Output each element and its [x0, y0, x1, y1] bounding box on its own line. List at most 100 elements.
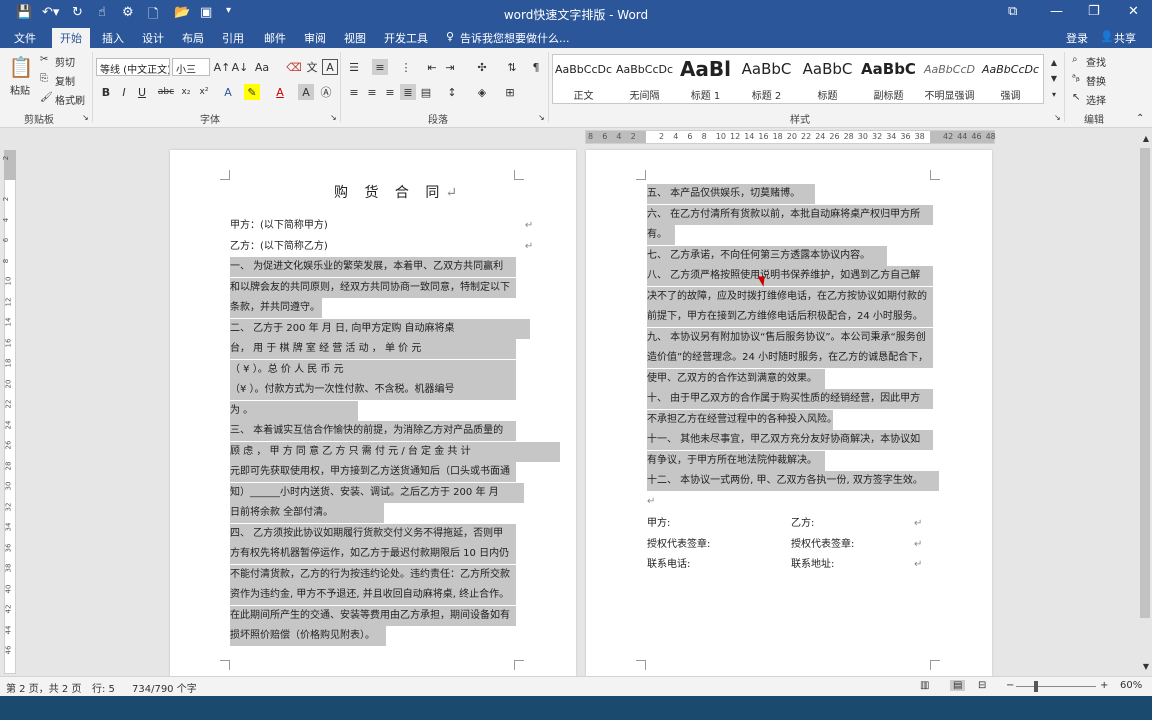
borders-icon[interactable]: ⊞ [502, 84, 518, 100]
char-shading-icon[interactable]: A [298, 84, 314, 100]
strikethrough-icon[interactable]: abc [158, 84, 174, 100]
page-count[interactable]: 第 2 页，共 2 页 [6, 680, 81, 695]
multilevel-list-icon[interactable]: ⋮ [398, 59, 414, 75]
vertical-ruler[interactable]: 2 2 4 6 8 10 12 14 16 18 20 22 24 26 28 30 32 34 36 38 40 42 4… [0, 128, 20, 676]
style-heading-2[interactable]: AaBbC 标题 2 [736, 55, 797, 103]
italic-icon[interactable]: I [116, 84, 132, 100]
tab-insert[interactable]: 插入 [98, 30, 128, 46]
decrease-indent-icon[interactable]: ⇤ [424, 59, 440, 75]
align-right-icon[interactable]: ≡ [382, 84, 398, 100]
select-button[interactable]: 选择 [1086, 92, 1106, 107]
close-button[interactable]: ✕ [1128, 4, 1139, 19]
zoom-slider[interactable] [1016, 686, 1096, 687]
justify-icon[interactable]: ≣ [400, 84, 416, 100]
shading-icon[interactable]: ◈ [474, 84, 490, 100]
align-center-icon[interactable]: ≡ [364, 84, 380, 100]
superscript-icon[interactable]: x² [196, 84, 212, 100]
text-effects-icon[interactable]: A [220, 84, 236, 100]
style-normal[interactable]: AaBbCcDc 正文 [553, 55, 614, 103]
style-subtle-emphasis[interactable]: AaBbCcD 不明显强调 [919, 55, 980, 103]
clear-format-icon[interactable]: ⌫ [286, 59, 302, 75]
zoom-in-icon[interactable]: + [1100, 680, 1108, 691]
shrink-font-icon[interactable]: A↓ [232, 59, 249, 75]
select-icon[interactable]: ↖ [1072, 92, 1080, 103]
minimize-button[interactable]: — [1050, 4, 1063, 19]
print-layout-icon[interactable]: ▤ [950, 680, 966, 691]
gallery-more-icon[interactable]: ▾ [1046, 86, 1062, 102]
style-title[interactable]: AaBbC 标题 [797, 55, 858, 103]
style-subtitle[interactable]: AaBbC 副标题 [858, 55, 919, 103]
increase-indent-icon[interactable]: ⇥ [442, 59, 458, 75]
char-border-icon[interactable]: A [322, 59, 338, 75]
tab-layout[interactable]: 布局 [178, 30, 208, 46]
chinese-layout-icon[interactable]: ✣ [474, 59, 490, 75]
read-mode-icon[interactable]: ▥ [920, 680, 929, 691]
find-button[interactable]: 查找 [1086, 54, 1106, 69]
tab-file[interactable]: 文件 [10, 30, 40, 46]
format-painter-icon[interactable]: 🖌 [40, 92, 53, 103]
font-color-icon[interactable]: A [272, 84, 288, 100]
subscript-icon[interactable]: x₂ [178, 84, 194, 100]
clipboard-launcher-icon[interactable]: ↘ [82, 113, 89, 122]
tab-design[interactable]: 设计 [138, 30, 168, 46]
scroll-down-icon[interactable]: ▼ [1138, 658, 1152, 674]
tab-review[interactable]: 审阅 [300, 30, 330, 46]
paste-icon[interactable]: 📋 [9, 54, 34, 80]
tab-home[interactable]: 开始 [52, 28, 90, 48]
paste-button[interactable]: 粘贴 [10, 82, 30, 97]
bullets-icon[interactable]: ☰ [346, 59, 362, 75]
align-left-icon[interactable]: ≡ [346, 84, 362, 100]
tab-developer[interactable]: 开发工具 [380, 30, 432, 46]
grow-font-icon[interactable]: A↑ [214, 59, 231, 75]
zoom-out-icon[interactable]: − [1006, 680, 1014, 691]
numbering-icon[interactable]: ≡ [372, 59, 388, 75]
cut-button[interactable]: 剪切 [55, 54, 75, 69]
highlight-icon[interactable]: ✎ [244, 84, 260, 100]
page-1[interactable]: 购 货 合 同↵ 甲方：(以下简称甲方) ↵ 乙方：(以下简称乙方) ↵ 一、 为促… [170, 150, 576, 676]
phonetic-guide-icon[interactable]: 文 [304, 59, 320, 75]
replace-icon[interactable]: ᵃᵦ [1072, 73, 1080, 84]
find-icon[interactable]: ⌕ [1072, 54, 1078, 65]
underline-icon[interactable]: U [134, 84, 150, 100]
cut-icon[interactable]: ✂ [40, 54, 48, 65]
show-marks-icon[interactable]: ¶ [528, 59, 544, 75]
scroll-thumb[interactable] [1140, 148, 1150, 618]
share-button[interactable]: 共享 [1114, 30, 1136, 46]
zoom-slider-thumb[interactable] [1034, 681, 1038, 692]
font-name-combo[interactable]: 等线 (中文正文) [96, 58, 170, 76]
paragraph-launcher-icon[interactable]: ↘ [538, 113, 545, 122]
gallery-down-icon[interactable]: ▼ [1046, 70, 1062, 86]
tab-references[interactable]: 引用 [218, 30, 248, 46]
font-size-combo[interactable]: 小三 [172, 58, 210, 76]
page-2[interactable]: 五、 本产品仅供娱乐，切莫赌博。 六、 在乙方付清所有货款以前，本批自动麻将桌产权… [586, 150, 992, 676]
sort-icon[interactable]: ⇅ [504, 59, 520, 75]
distribute-icon[interactable]: ▤ [418, 84, 434, 100]
line-spacing-icon[interactable]: ↕ [444, 84, 460, 100]
ribbon-display-icon[interactable]: ⧉ [1008, 4, 1017, 19]
zoom-level[interactable]: 60% [1120, 680, 1142, 691]
font-launcher-icon[interactable]: ↘ [330, 113, 337, 122]
horizontal-ruler[interactable]: 8 6 4 2 2 4 6 8 10 12 14 16 18 20 22 24 26 28 30 32 34 36 38 42… [585, 130, 996, 144]
style-no-spacing[interactable]: AaBbCcDc 无间隔 [614, 55, 675, 103]
copy-icon[interactable]: ⎘ [40, 73, 48, 84]
bold-icon[interactable]: B [98, 84, 114, 100]
collapse-ribbon-icon[interactable]: ⌃ [1136, 113, 1144, 124]
style-emphasis[interactable]: AaBbCcDc 强调 [980, 55, 1041, 103]
enclose-char-icon[interactable]: Ⓐ [318, 84, 334, 100]
change-case-icon[interactable]: Aa [254, 59, 270, 75]
gallery-up-icon[interactable]: ▲ [1046, 54, 1062, 70]
maximize-button[interactable]: ❐ [1088, 4, 1100, 19]
tab-view[interactable]: 视图 [340, 30, 370, 46]
word-count[interactable]: 734/790 个字 [132, 680, 197, 695]
tab-mailings[interactable]: 邮件 [260, 30, 290, 46]
vertical-scrollbar[interactable]: ▲ ▼ [1138, 128, 1152, 676]
styles-launcher-icon[interactable]: ↘ [1054, 113, 1061, 122]
replace-button[interactable]: 替换 [1086, 73, 1106, 88]
copy-button[interactable]: 复制 [55, 73, 75, 88]
web-layout-icon[interactable]: ⊟ [978, 680, 986, 691]
tell-me-box[interactable]: 告诉我您想要做什么... [460, 30, 570, 46]
scroll-up-icon[interactable]: ▲ [1138, 130, 1152, 146]
sign-in-link[interactable]: 登录 [1066, 30, 1088, 46]
format-painter-button[interactable]: 格式刷 [55, 92, 85, 107]
style-heading-1[interactable]: AaBl 标题 1 [675, 55, 736, 103]
